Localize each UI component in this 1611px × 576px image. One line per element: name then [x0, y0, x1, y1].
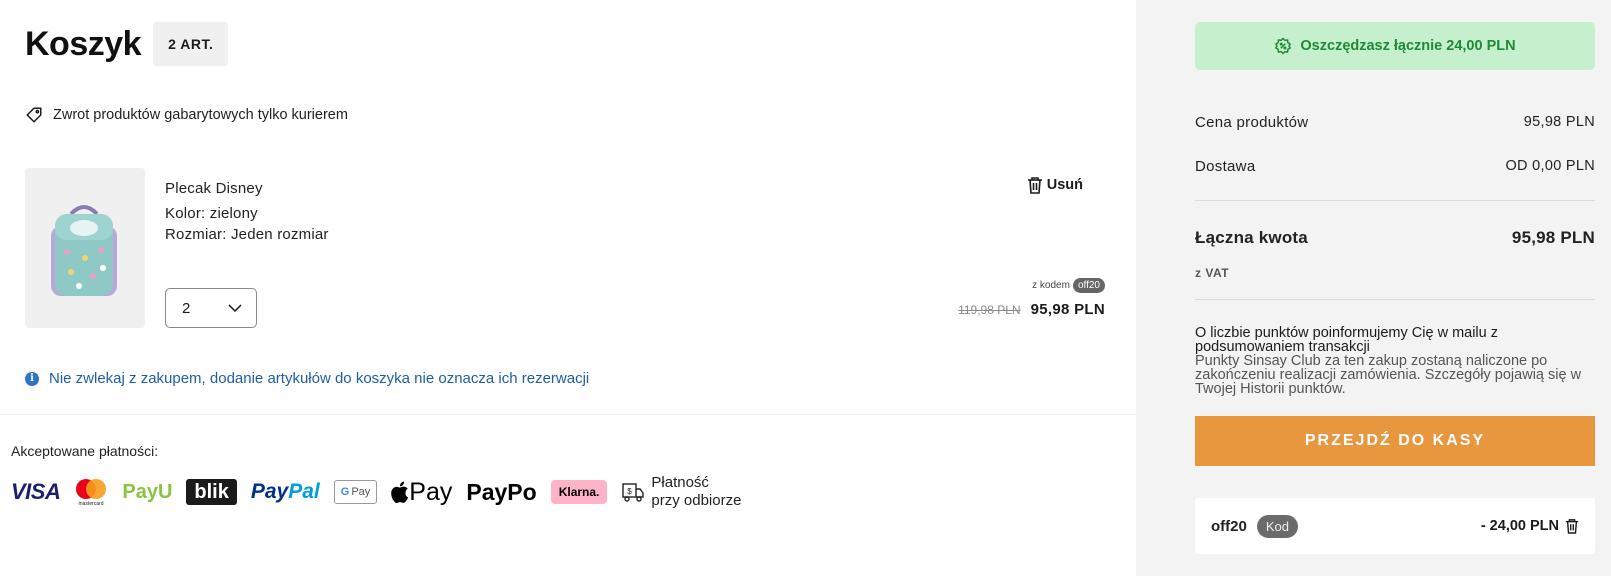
- delivery-truck-icon: $: [622, 483, 645, 502]
- product-name[interactable]: Plecak Disney: [165, 178, 329, 199]
- total-row: Łączna kwota 95,98 PLN: [1195, 228, 1595, 248]
- chevron-down-icon: [228, 304, 242, 312]
- trash-icon[interactable]: [1565, 518, 1579, 534]
- applied-coupon: off20 Kod - 24,00 PLN: [1195, 498, 1595, 554]
- mastercard-logo: mastercard: [74, 477, 108, 507]
- points-description: Punkty Sinsay Club za ten zakup zostaną …: [1195, 353, 1582, 397]
- payu-logo: PayU: [122, 480, 173, 503]
- delivery-label: Dostawa: [1195, 158, 1256, 175]
- points-heading: O liczbie punktów poinformujemy Cię w ma…: [1195, 325, 1498, 355]
- info-icon: i: [25, 371, 39, 386]
- savings-banner: Oszczędzasz łącznie 24,00 PLN: [1195, 22, 1595, 70]
- old-price: 119,98 PLN: [958, 303, 1021, 317]
- product-size: Rozmiar: Jeden rozmiar: [165, 226, 329, 243]
- checkout-button[interactable]: PRZEJDŹ DO KASY: [1195, 416, 1595, 466]
- blik-logo: blik: [186, 479, 237, 505]
- cart-header: Koszyk 2 ART.: [25, 22, 229, 66]
- code-prefix: z kodem: [1032, 280, 1070, 291]
- discount-badge-icon: [1275, 37, 1292, 55]
- payment-logos: VISA mastercard PayU blik Pay Pal G Pay Pa…: [11, 474, 755, 510]
- prices: 119,98 PLN 95,98 PLN: [958, 301, 1105, 318]
- apple-pay-logo: Pay: [391, 478, 452, 507]
- page-title: Koszyk: [25, 24, 142, 63]
- coupon-discount: - 24,00 PLN: [1480, 518, 1559, 534]
- return-notice-text: Zwrot produktów gabarytowych tylko kurie…: [53, 107, 348, 123]
- summary-divider: [1195, 299, 1595, 300]
- product-details: Plecak Disney Kolor: zielony Rozmiar: Je…: [165, 178, 329, 245]
- cod-line-1: Płatność: [651, 474, 709, 491]
- divider: [0, 414, 1136, 415]
- cash-on-delivery: $ Płatność przy odbiorze: [621, 474, 741, 510]
- loyalty-points-info: O liczbie punktów poinformujemy Cię w ma…: [1195, 325, 1595, 397]
- code-chip: off20: [1072, 278, 1105, 293]
- vat-note: z VAT: [1195, 266, 1230, 280]
- svg-text:mastercard: mastercard: [79, 501, 104, 507]
- svg-text:$: $: [628, 487, 633, 496]
- backpack-image: [51, 205, 117, 296]
- klarna-logo: Klarna.: [550, 480, 608, 504]
- tag-icon: [26, 107, 42, 123]
- products-price-row: Cena produktów 95,98 PLN: [1195, 114, 1595, 131]
- cart-item: Plecak Disney Kolor: zielony Rozmiar: Je…: [25, 168, 1105, 328]
- reservation-info: i Nie zwlekaj z zakupem, dodanie artykuł…: [25, 370, 589, 387]
- google-pay-logo: G Pay: [333, 480, 378, 504]
- products-price-label: Cena produktów: [1195, 114, 1309, 131]
- products-price-value: 95,98 PLN: [1523, 114, 1595, 130]
- return-notice: Zwrot produktów gabarytowych tylko kurie…: [25, 106, 348, 124]
- quantity-select[interactable]: 2: [165, 288, 257, 328]
- coupon-code: off20: [1211, 517, 1247, 535]
- trash-icon: [1027, 177, 1042, 194]
- total-label: Łączna kwota: [1195, 228, 1308, 247]
- product-color: Kolor: zielony: [165, 205, 258, 222]
- quantity-value: 2: [182, 299, 191, 317]
- savings-text: Oszczędzasz łącznie 24,00 PLN: [1300, 38, 1516, 54]
- code-line: z kodem off20: [958, 278, 1105, 293]
- reservation-info-text: Nie zwlekaj z zakupem, dodanie artykułów…: [49, 370, 590, 387]
- cod-line-2: przy odbiorze: [651, 492, 742, 509]
- order-summary: Oszczędzasz łącznie 24,00 PLN Cena produ…: [1136, 0, 1611, 576]
- delivery-value: OD 0,00 PLN: [1505, 158, 1595, 174]
- product-image[interactable]: [25, 168, 145, 328]
- total-value: 95,98 PLN: [1511, 228, 1595, 247]
- apple-icon: [391, 481, 409, 503]
- price-block: z kodem off20 119,98 PLN 95,98 PLN: [958, 278, 1105, 318]
- new-price: 95,98 PLN: [1030, 301, 1105, 318]
- summary-divider: [1195, 200, 1595, 201]
- remove-label: Usuń: [1046, 177, 1083, 193]
- visa-logo: VISA: [11, 479, 61, 504]
- coupon-tag: Kod: [1256, 514, 1298, 538]
- payments-title: Akceptowane płatności:: [11, 443, 159, 459]
- remove-item-button[interactable]: Usuń: [1027, 176, 1083, 194]
- delivery-row: Dostawa OD 0,00 PLN: [1195, 158, 1595, 175]
- cart-panel: Koszyk 2 ART. Zwrot produktów gabarytowy…: [0, 0, 1136, 576]
- paypo-logo: PayPo: [466, 478, 537, 505]
- paypal-logo: Pay Pal: [250, 480, 320, 503]
- item-count-badge: 2 ART.: [153, 22, 229, 66]
